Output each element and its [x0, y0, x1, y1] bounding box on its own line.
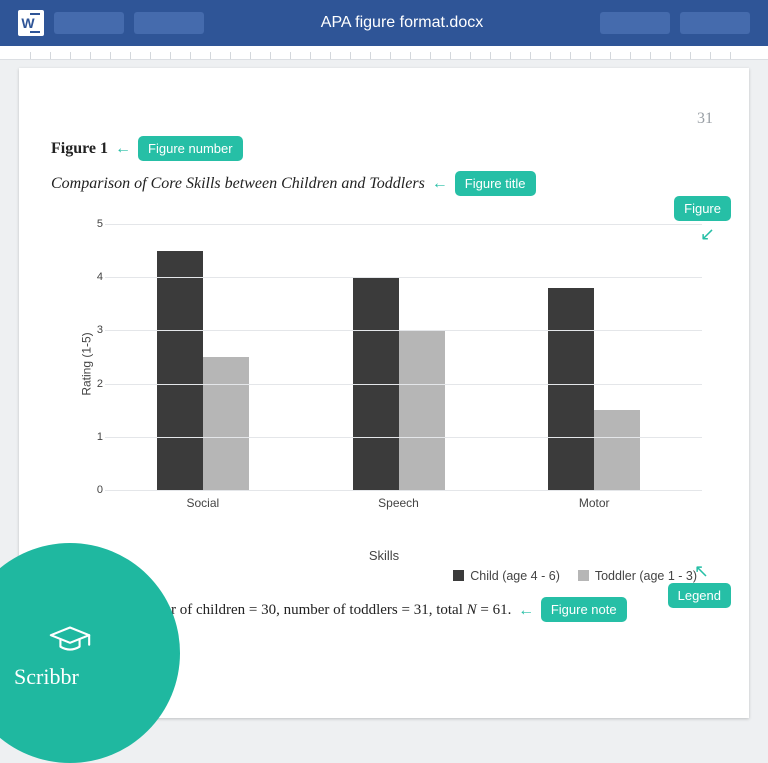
gridline [105, 224, 702, 225]
word-app-glyph: W [21, 15, 34, 31]
figure-title: Comparison of Core Skills between Childr… [51, 175, 425, 192]
chart: Rating (1-5) SocialSpeechMotor 012345 [81, 214, 707, 514]
figure-note-line: Note. Number of children = 30, number of… [91, 597, 717, 622]
y-tick: 1 [91, 431, 103, 443]
annotation-legend: Legend [668, 583, 731, 608]
legend-item: Toddler (age 1 - 3) [578, 569, 697, 583]
graduation-cap-icon [47, 616, 93, 662]
titlebar: W APA figure format.docx [0, 0, 768, 46]
gridline [105, 330, 702, 331]
y-tick: 4 [91, 271, 103, 283]
scribbr-name: Scribbr [0, 664, 79, 690]
annotation-figure-number: Figure number [138, 136, 243, 161]
figure-note-n: N [467, 602, 477, 618]
y-tick: 2 [91, 378, 103, 390]
y-tick: 3 [91, 324, 103, 336]
arrow-left-icon: ← [112, 140, 134, 157]
plot-area: SocialSpeechMotor 012345 [105, 224, 692, 490]
figure-title-line: Comparison of Core Skills between Childr… [51, 171, 717, 196]
y-tick: 0 [91, 484, 103, 496]
y-tick: 5 [91, 218, 103, 230]
titlebar-placeholder [134, 12, 204, 34]
gridline [105, 437, 702, 438]
bar-child [157, 251, 203, 490]
gridline [105, 384, 702, 385]
page-number: 31 [697, 110, 713, 128]
figure-number-line: Figure 1 ← Figure number [51, 136, 717, 161]
figure-note-body-b: = 61. [477, 602, 512, 618]
word-app-icon: W [18, 10, 44, 36]
bar-toddler [594, 410, 640, 490]
x-tick: Speech [301, 496, 497, 510]
titlebar-placeholder [600, 12, 670, 34]
legend-item: Child (age 4 - 6) [453, 569, 560, 583]
figure-number: Figure 1 [51, 140, 108, 157]
titlebar-placeholder [680, 12, 750, 34]
annotation-figure-note: Figure note [541, 597, 627, 622]
bar-toddler [399, 330, 445, 490]
gridline [105, 277, 702, 278]
gridline [105, 490, 702, 491]
x-tick: Social [105, 496, 301, 510]
legend-swatch [578, 570, 589, 581]
legend-swatch [453, 570, 464, 581]
bar-group: Social [105, 224, 301, 490]
bar-groups: SocialSpeechMotor [105, 224, 692, 490]
x-tick: Motor [496, 496, 692, 510]
bar-group: Motor [496, 224, 692, 490]
bar-child [548, 288, 594, 490]
bar-group: Speech [301, 224, 497, 490]
bar-toddler [203, 357, 249, 490]
ruler [0, 46, 768, 60]
arrow-left-icon: ← [515, 602, 537, 619]
titlebar-placeholder [54, 12, 124, 34]
annotation-figure-title: Figure title [455, 171, 536, 196]
x-axis-label: Skills [51, 548, 717, 563]
document-title: APA figure format.docx [214, 14, 590, 32]
arrow-left-icon: ← [429, 175, 451, 192]
arrow-upleft-icon: ↖ [694, 561, 709, 582]
